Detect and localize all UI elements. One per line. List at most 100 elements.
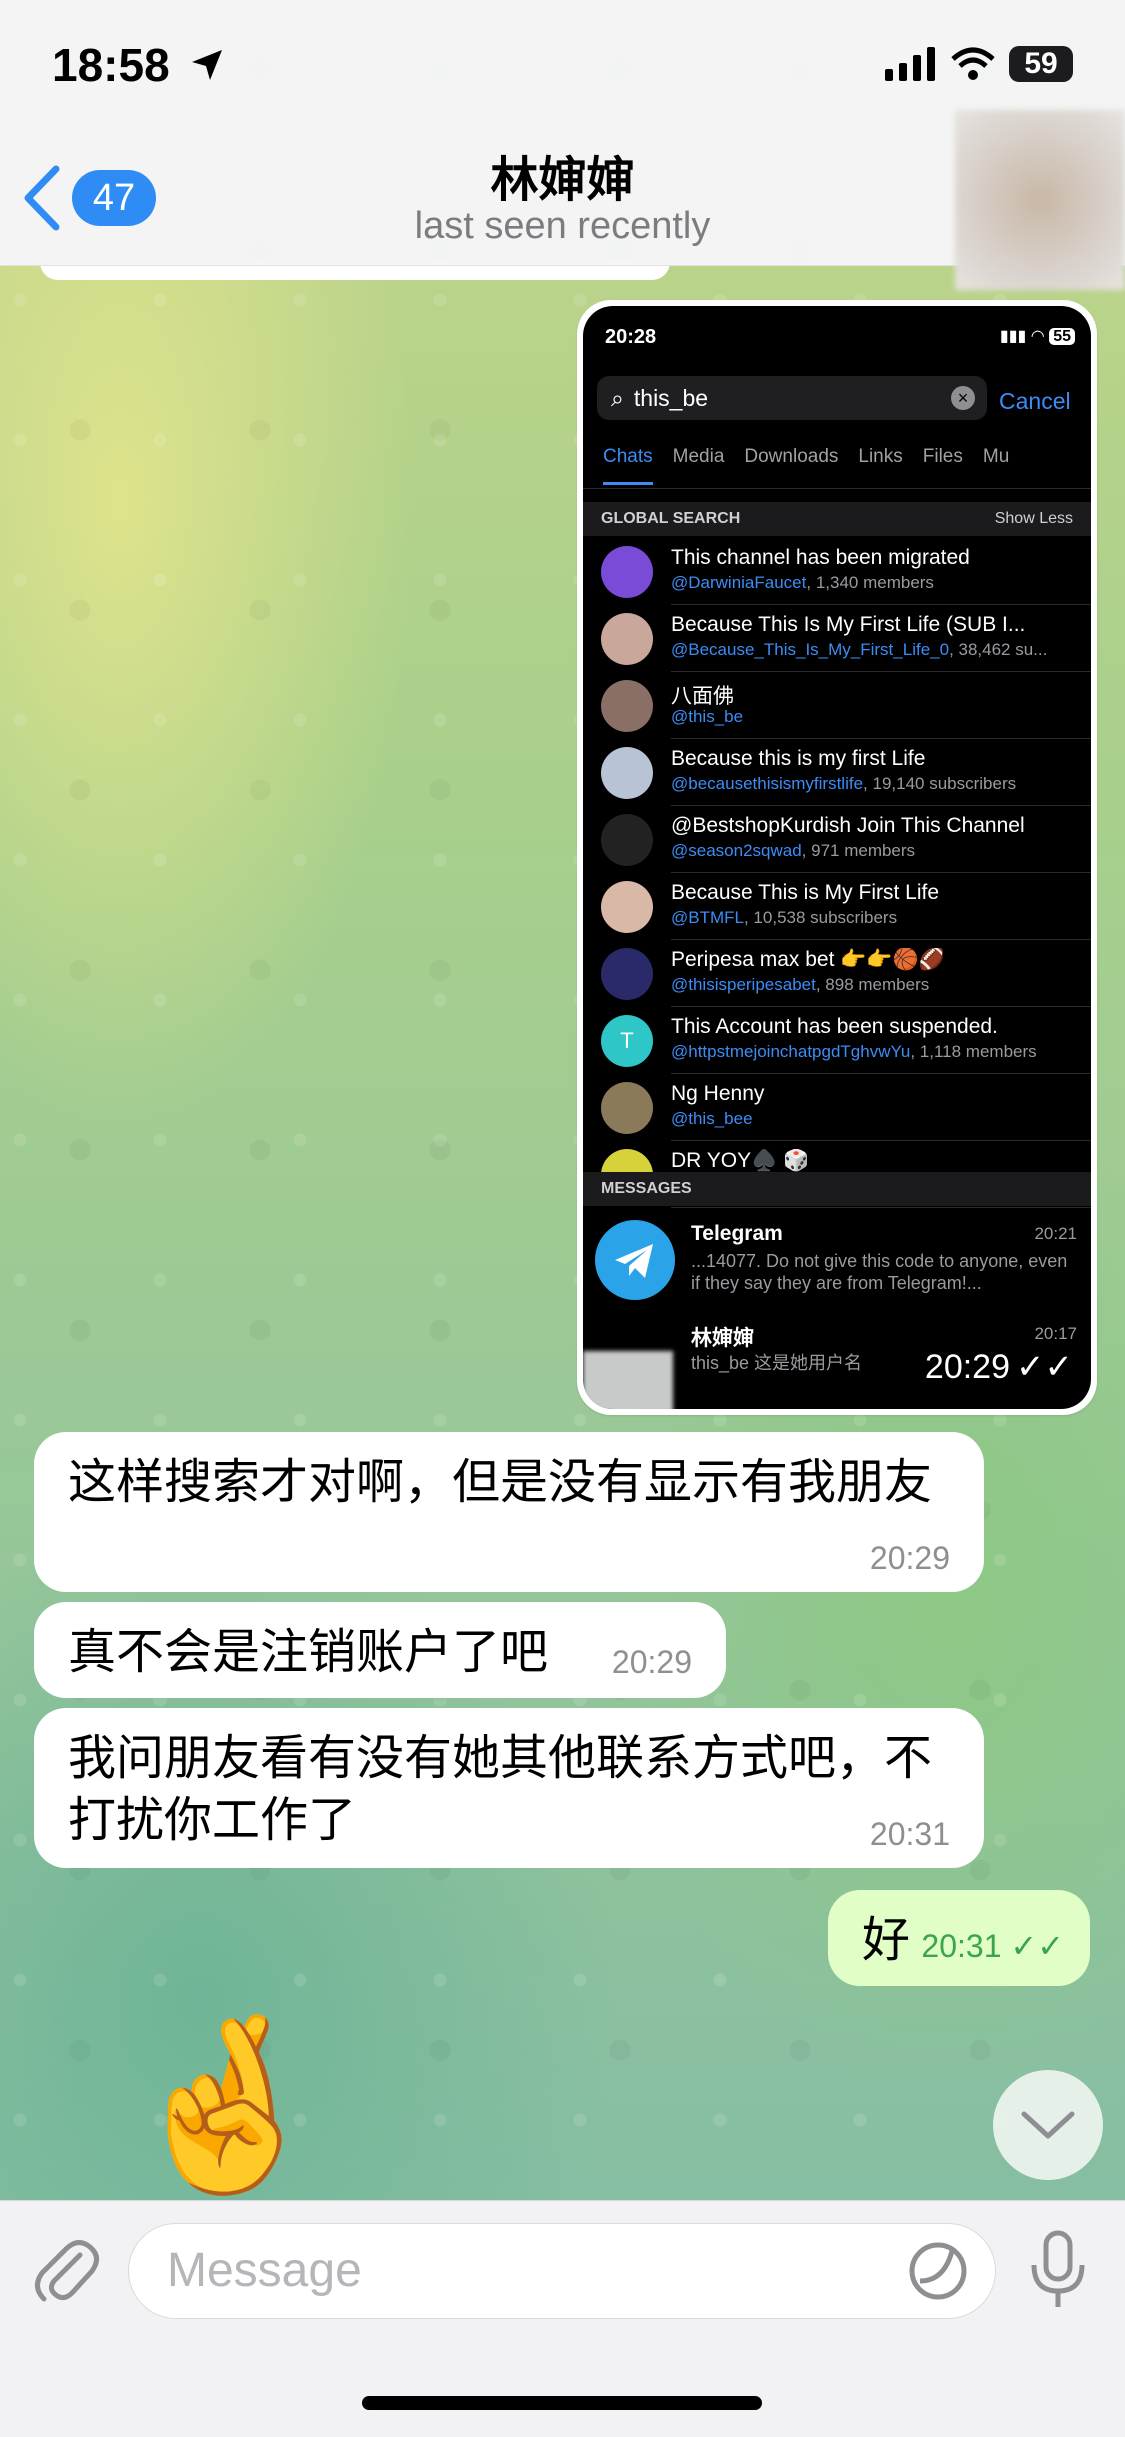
- message-time: 20:29: [869, 1540, 950, 1576]
- chat-avatar[interactable]: [955, 110, 1125, 290]
- wifi-icon: [951, 47, 995, 80]
- screenshot-status-icons: ▮▮▮ ◠ 55: [1000, 326, 1075, 346]
- screenshot-image: 20:28 ▮▮▮ ◠ 55 ⌕ this_be × Cancel Chats …: [583, 306, 1091, 1409]
- double-check-icon: ✓✓: [1010, 1928, 1064, 1964]
- message-text: 我问朋友看有没有她其他联系方式吧，不打扰你工作了: [68, 1732, 933, 1847]
- screenshot-result-row: 八面佛 @this_be: [583, 672, 1091, 739]
- battery-indicator: 59: [1009, 46, 1073, 82]
- sticker-icon[interactable]: [908, 2241, 968, 2301]
- result-handle: @DarwiniaFaucet: [671, 573, 807, 592]
- result-title: This Account has been suspended.: [671, 1015, 998, 1038]
- result-meta: , 1,118 members: [910, 1042, 1037, 1061]
- incoming-message-bubble[interactable]: 这样搜索才对啊，但是没有显示有我朋友 20:29: [34, 1432, 984, 1592]
- telegram-logo-icon: [595, 1220, 675, 1300]
- result-title: DR YOY♠️ 🎲: [671, 1149, 810, 1172]
- global-search-label: GLOBAL SEARCH: [601, 510, 741, 527]
- result-title: Because This Is My First Life (SUB I...: [671, 613, 1026, 636]
- row-divider: [671, 1207, 1091, 1208]
- result-handle: @BTMFL: [671, 908, 744, 927]
- screenshot-result-row: Because This is My First Life @BTMFL, 10,…: [583, 873, 1091, 940]
- screenshot-message-time: 20:17: [1034, 1324, 1077, 1343]
- message-text: 这样搜索才对啊，但是没有显示有我朋友: [68, 1456, 933, 1509]
- wifi-icon: ◠: [1030, 328, 1045, 345]
- result-avatar: [601, 1082, 653, 1134]
- result-subtitle: @httpstmejoinchatpgdTghvwYu, 1,118 membe…: [671, 1042, 1091, 1062]
- chat-header: 18:58 59 47 林婶婶 last seen recently: [0, 0, 1125, 290]
- screenshot-status-time: 20:28: [605, 326, 657, 348]
- image-message-bubble[interactable]: 20:28 ▮▮▮ ◠ 55 ⌕ this_be × Cancel Chats …: [577, 300, 1097, 1415]
- status-icons: 59: [885, 46, 1073, 82]
- result-title: 八面佛: [671, 685, 734, 708]
- incoming-message-bubble[interactable]: 我问朋友看有没有她其他联系方式吧，不打扰你工作了 20:31: [34, 1708, 984, 1868]
- result-avatar: [601, 680, 653, 732]
- result-handle: @this_bee: [671, 1109, 753, 1128]
- screenshot-battery: 55: [1049, 328, 1075, 345]
- result-avatar: [601, 881, 653, 933]
- result-title: Because This is My First Life: [671, 881, 940, 904]
- result-avatar: [601, 747, 653, 799]
- result-subtitle: @this_bee: [671, 1109, 1091, 1129]
- result-title: Because this is my first Life: [671, 747, 926, 770]
- signal-icon: ▮▮▮: [999, 328, 1027, 345]
- result-subtitle: @becausethisismyfirstlife, 19,140 subscr…: [671, 774, 1091, 794]
- screenshot-message-preview: ...14077. Do not give this code to anyon…: [691, 1251, 1068, 1293]
- result-title: @BestshopKurdish Join This Channel: [671, 814, 1025, 837]
- result-subtitle: @season2sqwad, 971 members: [671, 841, 1091, 861]
- messages-label: MESSAGES: [601, 1180, 692, 1197]
- screenshot-search-query: this_be: [633, 384, 709, 411]
- paperclip-icon[interactable]: [30, 2233, 100, 2309]
- blurred-avatar: [583, 1351, 673, 1409]
- screenshot-result-row: This channel has been migrated @DarwiniaF…: [583, 538, 1091, 605]
- screenshot-tab: Downloads: [744, 446, 839, 467]
- result-handle: @becausethisismyfirstlife: [671, 774, 864, 793]
- clear-icon: ×: [951, 386, 975, 410]
- message-text: 真不会是注销账户了吧: [68, 1626, 549, 1679]
- result-avatar: [601, 948, 653, 1000]
- screenshot-message-name: Telegram: [691, 1222, 783, 1245]
- screenshot-result-row: T This Account has been suspended. @httpst…: [583, 1007, 1091, 1074]
- result-meta: , 19,140 subscribers: [863, 774, 1017, 793]
- microphone-icon[interactable]: [1028, 2229, 1088, 2313]
- result-subtitle: @Because_This_Is_My_First_Life_0, 38,462…: [671, 640, 1091, 660]
- result-handle: @thisisperipesabet: [671, 975, 816, 994]
- outgoing-message-bubble[interactable]: 好 20:31 ✓✓: [828, 1890, 1090, 1986]
- result-avatar: [601, 814, 653, 866]
- image-message-time: 20:29 ✓✓: [925, 1347, 1073, 1387]
- result-subtitle: @thisisperipesabet, 898 members: [671, 975, 1091, 995]
- result-meta: , 1,340 members: [806, 573, 934, 592]
- result-meta: , 971 members: [801, 841, 916, 860]
- incoming-message-bubble[interactable]: 真不会是注销账户了吧 20:29: [34, 1602, 726, 1698]
- message-time: 20:31 ✓✓: [921, 1930, 1064, 1962]
- screenshot-message-row: Telegram 20:21 ...14077. Do not give thi…: [583, 1212, 1091, 1312]
- screenshot-message-time: 20:21: [1034, 1224, 1077, 1243]
- result-subtitle: @BTMFL, 10,538 subscribers: [671, 908, 1091, 928]
- sticker-message[interactable]: 🤞: [120, 2020, 332, 2190]
- search-icon: ⌕: [611, 384, 624, 411]
- result-avatar: [601, 546, 653, 598]
- show-less-label: Show Less: [994, 510, 1073, 527]
- screenshot-global-search-header: GLOBAL SEARCH Show Less: [583, 502, 1091, 536]
- result-title: Peripesa max bet 👉👉🏀🏈: [671, 948, 945, 971]
- message-time-text: 20:31: [921, 1928, 1002, 1964]
- screenshot-messages-header: MESSAGES: [583, 1172, 1091, 1206]
- screenshot-message-name: 林婶婶: [691, 1327, 754, 1350]
- screenshot-tab: Media: [672, 446, 725, 467]
- screenshot-tab: Files: [922, 446, 963, 467]
- location-arrow-icon: [192, 50, 222, 80]
- result-handle: @Because_This_Is_My_First_Life_0: [671, 640, 950, 659]
- screenshot-result-row: Peripesa max bet 👉👉🏀🏈 @thisisperipesabet,…: [583, 940, 1091, 1007]
- result-handle: @httpstmejoinchatpgdTghvwYu: [671, 1042, 911, 1061]
- result-avatar: T: [601, 1015, 653, 1067]
- result-title: Ng Henny: [671, 1082, 765, 1105]
- message-input[interactable]: Message: [128, 2223, 996, 2319]
- screenshot-result-row: @BestshopKurdish Join This Channel @seaso…: [583, 806, 1091, 873]
- result-handle: @season2sqwad: [671, 841, 802, 860]
- screenshot-tabs: Chats Media Downloads Links Files Mu: [583, 446, 1091, 489]
- scroll-down-button[interactable]: [993, 2070, 1103, 2180]
- screenshot-result-row: Ng Henny @this_bee: [583, 1074, 1091, 1141]
- result-meta: , 10,538 subscribers: [743, 908, 898, 927]
- double-check-icon: ✓✓: [1016, 1348, 1073, 1386]
- screenshot-tab: Chats: [603, 446, 653, 485]
- result-subtitle: @DarwiniaFaucet, 1,340 members: [671, 573, 1091, 593]
- screenshot-cancel: Cancel: [999, 388, 1071, 414]
